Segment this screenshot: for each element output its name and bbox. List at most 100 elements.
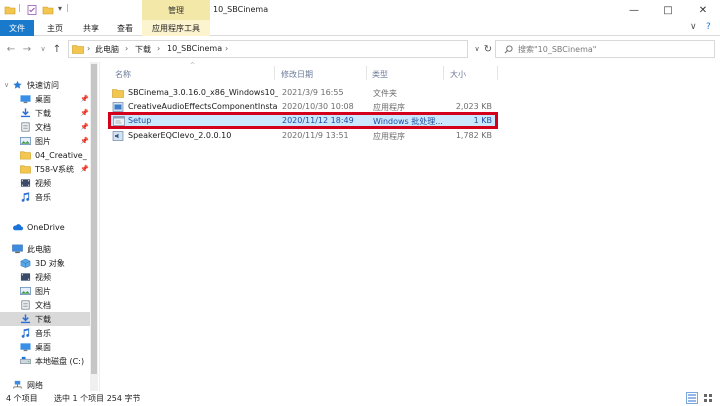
breadcrumb-separator[interactable]: › xyxy=(125,44,128,53)
nav-label: 音乐 xyxy=(35,192,51,202)
column-divider[interactable] xyxy=(497,66,498,80)
search-box[interactable]: 搜索"10_SBCinema" xyxy=(495,40,715,58)
column-header-size[interactable]: 大小 xyxy=(450,69,466,80)
column-header-type[interactable]: 类型 xyxy=(372,69,388,80)
file-row[interactable]: SBCinema_3.0.16.0_x86_Windows10_P... 202… xyxy=(108,86,498,100)
desktop-icon xyxy=(20,343,31,352)
pin-icon[interactable]: 📌 xyxy=(80,123,89,131)
nav-pc-desktop[interactable]: 桌面 xyxy=(0,340,90,354)
recent-locations-button[interactable]: ∨ xyxy=(36,42,50,56)
file-type: 应用程序 xyxy=(373,132,405,141)
breadcrumb-this-pc[interactable]: 此电脑 xyxy=(95,44,119,55)
address-row: ← → ∨ ↑ › 此电脑 › 下载 › 10_SBCinema › ∨ ↻ 搜… xyxy=(0,37,720,61)
nav-network[interactable]: 网络 xyxy=(0,378,90,391)
pin-icon[interactable]: 📌 xyxy=(80,95,89,103)
column-divider[interactable] xyxy=(443,66,444,80)
file-date: 2020/11/9 13:51 xyxy=(282,131,349,140)
nav-label: 音乐 xyxy=(35,328,51,338)
file-size: 1,782 KB xyxy=(455,131,492,140)
nav-label: 文档 xyxy=(35,300,51,310)
close-button[interactable]: ✕ xyxy=(686,0,720,20)
forward-button[interactable]: → xyxy=(20,42,34,56)
details-view-button[interactable] xyxy=(686,392,698,404)
details-view-icon xyxy=(688,394,696,402)
breadcrumb-downloads[interactable]: 下载 xyxy=(135,44,151,55)
nav-scrollbar-thumb[interactable] xyxy=(91,64,97,374)
desktop-icon xyxy=(20,95,31,104)
sort-indicator-icon: ^ xyxy=(190,62,196,69)
nav-pc-downloads[interactable]: 下载 xyxy=(0,312,90,326)
folder-icon xyxy=(112,89,124,98)
nav-pc-documents[interactable]: 文档 xyxy=(0,298,90,312)
tab-home[interactable]: 主页 xyxy=(38,20,72,36)
nav-label: T58-V系统 xyxy=(35,164,74,174)
breadcrumb-separator[interactable]: › xyxy=(157,44,160,53)
pin-icon[interactable]: 📌 xyxy=(80,165,89,173)
column-divider[interactable] xyxy=(366,66,367,80)
star-icon xyxy=(13,80,22,89)
pin-icon[interactable]: 📌 xyxy=(80,137,89,145)
nav-label: 下载 xyxy=(35,314,51,324)
nav-quick-folder-creative[interactable]: 04_Creative_ xyxy=(0,148,90,162)
status-item-count: 4 个项目 xyxy=(6,394,38,403)
pin-icon[interactable]: 📌 xyxy=(80,109,89,117)
breadcrumb-separator[interactable]: › xyxy=(225,44,228,53)
breadcrumb-separator[interactable]: › xyxy=(87,44,90,53)
nav-quick-downloads[interactable]: 下载 📌 xyxy=(0,106,90,120)
tab-application-tools[interactable]: 应用程序工具 xyxy=(142,20,210,36)
file-row[interactable]: SpeakerEQClevo_2.0.0.10 2020/11/9 13:51 … xyxy=(108,129,498,143)
document-icon xyxy=(21,122,30,132)
nav-quick-music[interactable]: 音乐 xyxy=(0,190,90,204)
file-row-selected[interactable]: Setup 2020/11/12 18:49 Windows 批处理... 1 … xyxy=(108,112,498,129)
nav-quick-videos[interactable]: 视频 xyxy=(0,176,90,190)
file-name: Setup xyxy=(128,116,152,125)
picture-icon xyxy=(20,137,31,145)
nav-quick-desktop[interactable]: 桌面 📌 xyxy=(0,92,90,106)
ribbon-expand-icon[interactable]: ∨ xyxy=(690,22,697,32)
window-title: 10_SBCinema xyxy=(213,5,269,14)
maximize-button[interactable]: □ xyxy=(651,0,685,20)
nav-quick-documents[interactable]: 文档 📌 xyxy=(0,120,90,134)
nav-pc-3d-objects[interactable]: 3D 对象 xyxy=(0,256,90,270)
nav-label: OneDrive xyxy=(27,222,65,232)
help-icon[interactable]: ? xyxy=(706,22,711,32)
file-size: 1 KB xyxy=(473,116,492,125)
nav-pc-music[interactable]: 音乐 xyxy=(0,326,90,340)
properties-icon[interactable] xyxy=(26,4,38,16)
chevron-down-icon[interactable]: ∨ xyxy=(4,81,12,89)
search-icon xyxy=(504,45,513,54)
minimize-button[interactable]: — xyxy=(617,0,651,20)
nav-onedrive[interactable]: OneDrive xyxy=(0,220,90,234)
nav-pc-pictures[interactable]: 图片 xyxy=(0,284,90,298)
nav-quick-pictures[interactable]: 图片 📌 xyxy=(0,134,90,148)
nav-label: 04_Creative_ xyxy=(35,150,87,160)
nav-pc-videos[interactable]: 视频 xyxy=(0,270,90,284)
address-bar[interactable]: › 此电脑 › 下载 › 10_SBCinema › xyxy=(68,40,468,58)
nav-pc-local-disk-c[interactable]: 本地磁盘 (C:) xyxy=(0,354,90,368)
search-input[interactable]: 搜索"10_SBCinema" xyxy=(518,44,596,55)
tab-file[interactable]: 文件 xyxy=(0,20,34,36)
tab-share[interactable]: 共享 xyxy=(74,20,108,36)
music-icon xyxy=(21,192,30,202)
nav-this-pc[interactable]: 此电脑 xyxy=(0,242,90,256)
file-date: 2020/11/12 18:49 xyxy=(282,116,354,125)
tab-view[interactable]: 查看 xyxy=(108,20,142,36)
nav-label: 桌面 xyxy=(35,342,51,352)
nav-scrollbar[interactable] xyxy=(90,62,98,391)
column-header-name[interactable]: 名称 xyxy=(115,69,131,80)
title-bar: | ▾ | 管理 10_SBCinema — □ ✕ xyxy=(0,0,720,20)
network-icon xyxy=(13,380,22,389)
new-folder-icon[interactable] xyxy=(42,4,54,16)
up-button[interactable]: ↑ xyxy=(50,42,64,56)
nav-quick-access[interactable]: ∨ 快速访问 xyxy=(0,78,90,92)
nav-quick-folder-t58[interactable]: T58-V系统 📌 xyxy=(0,162,90,176)
breadcrumb-current-folder[interactable]: 10_SBCinema xyxy=(167,44,222,53)
nav-label: 视频 xyxy=(35,178,51,188)
nav-label: 此电脑 xyxy=(27,244,51,254)
back-button[interactable]: ← xyxy=(4,42,18,56)
column-divider[interactable] xyxy=(274,66,275,80)
status-selection: 选中 1 个项目 254 字节 xyxy=(54,394,141,403)
large-icons-view-button[interactable] xyxy=(702,392,714,404)
refresh-button[interactable]: ↻ xyxy=(481,42,495,56)
column-header-date[interactable]: 修改日期 xyxy=(281,69,313,80)
